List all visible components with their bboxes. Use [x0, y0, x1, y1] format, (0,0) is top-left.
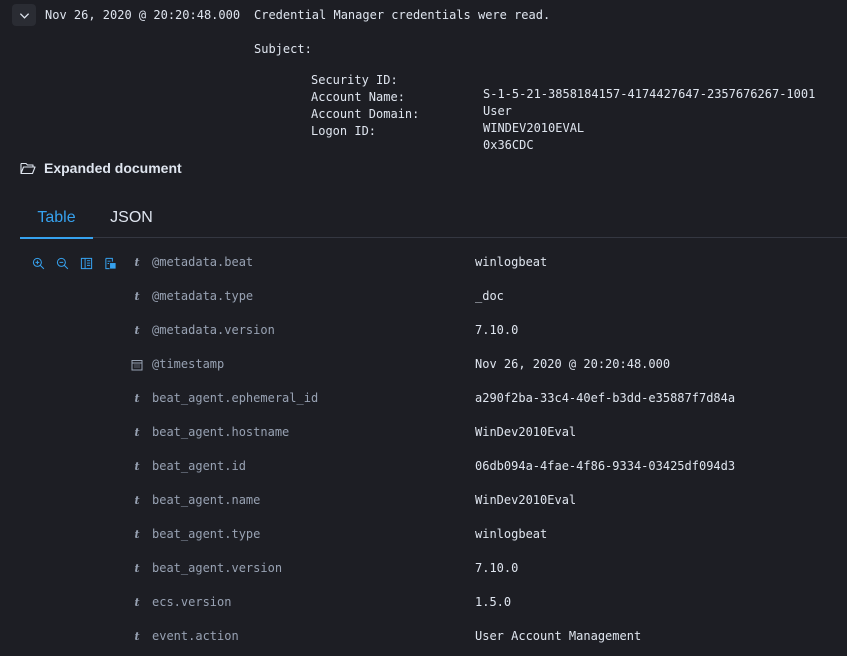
field-value: 7.10.0 — [475, 561, 519, 575]
zoom-in-icon — [32, 257, 44, 269]
document-table: t @metadata.beat winlogbeat t @metadata.… — [0, 246, 847, 654]
string-type-icon: t — [134, 494, 140, 507]
field-name: beat_agent.name — [152, 493, 261, 507]
table-row: t ecs.version 1.5.0 — [0, 586, 847, 620]
field-name: event.action — [152, 629, 239, 643]
subject-field-value: WINDEV2010EVAL — [483, 121, 585, 135]
tab-json[interactable]: JSON — [93, 198, 170, 238]
subject-field-key: Logon ID: — [311, 124, 377, 138]
table-row: t beat_agent.id 06db094a-4fae-4f86-9334-… — [0, 450, 847, 484]
field-name: ecs.version — [152, 595, 232, 609]
subject-field: Account Domain: WINDEV2010EVAL — [0, 93, 584, 135]
subject-field: Logon ID: 0x36CDC — [0, 110, 534, 152]
field-name: @timestamp — [152, 357, 225, 371]
field-value: winlogbeat — [475, 527, 548, 541]
string-type-icon: t — [134, 256, 140, 269]
subject-field-value: User — [483, 104, 512, 118]
subject-field: Security ID: S-1-5-21-3858184157-4174427… — [0, 59, 815, 101]
string-type-icon: t — [134, 392, 140, 405]
field-name: beat_agent.type — [152, 527, 261, 541]
expanded-document-header: Expanded document — [20, 159, 182, 177]
table-row: t event.action User Account Management — [0, 620, 847, 654]
field-value: 06db094a-4fae-4f86-9334-03425df094d3 — [475, 459, 736, 473]
folder-open-icon — [20, 162, 36, 175]
calendar-icon — [131, 357, 143, 373]
string-type-icon: t — [134, 460, 140, 473]
field-value: Nov 26, 2020 @ 20:20:48.000 — [475, 357, 671, 371]
collapse-toggle-button[interactable] — [12, 4, 36, 26]
field-value: winlogbeat — [475, 255, 548, 269]
table-row: t beat_agent.type winlogbeat — [0, 518, 847, 552]
string-type-icon: t — [134, 324, 140, 337]
subject-field-key: Security ID: — [311, 73, 398, 87]
event-message: Credential Manager credentials were read… — [254, 8, 551, 22]
toggle-column-icon — [80, 257, 92, 269]
field-value: 7.10.0 — [475, 323, 519, 337]
string-type-icon: t — [134, 630, 140, 643]
table-row: t beat_agent.hostname WinDev2010Eval — [0, 416, 847, 450]
subject-label: Subject: — [254, 42, 312, 56]
toggle-column-button[interactable] — [78, 255, 94, 271]
field-name: @metadata.beat — [152, 255, 254, 269]
table-row: t @metadata.version 7.10.0 — [0, 314, 847, 348]
table-row: t beat_agent.name WinDev2010Eval — [0, 484, 847, 518]
subject-field: Account Name: User — [0, 76, 512, 118]
string-type-icon: t — [134, 290, 140, 303]
table-row: t @metadata.beat winlogbeat — [0, 246, 847, 280]
subject-field-value: S-1-5-21-3858184157-4174427647-235767626… — [483, 87, 816, 101]
filter-exists-button[interactable] — [102, 255, 118, 271]
string-type-icon: t — [134, 596, 140, 609]
string-type-icon: t — [134, 528, 140, 541]
filter-out-value-button[interactable] — [54, 255, 70, 271]
zoom-out-icon — [56, 257, 68, 269]
field-name: beat_agent.ephemeral_id — [152, 391, 319, 405]
filter-for-value-button[interactable] — [30, 255, 46, 271]
field-name: beat_agent.id — [152, 459, 246, 473]
field-name: @metadata.type — [152, 289, 254, 303]
table-row: t beat_agent.ephemeral_id a290f2ba-33c4-… — [0, 382, 847, 416]
table-row: t @metadata.type _doc — [0, 280, 847, 314]
expanded-document-title: Expanded document — [44, 160, 182, 176]
subject-field-key: Account Name: — [311, 90, 405, 104]
table-row: t beat_agent.version 7.10.0 — [0, 552, 847, 586]
event-timestamp: Nov 26, 2020 @ 20:20:48.000 — [45, 8, 241, 22]
event-row: Nov 26, 2020 @ 20:20:48.000 Credential M… — [0, 0, 847, 152]
field-name: beat_agent.hostname — [152, 425, 290, 439]
field-value: User Account Management — [475, 629, 642, 643]
doc-view-tabs: Table JSON — [20, 198, 847, 239]
field-value: _doc — [475, 289, 504, 303]
field-name: @metadata.version — [152, 323, 275, 337]
string-type-icon: t — [134, 562, 140, 575]
calendar-icon-svg — [131, 360, 143, 371]
table-row: @timestamp Nov 26, 2020 @ 20:20:48.000 — [0, 348, 847, 382]
field-name: beat_agent.version — [152, 561, 283, 575]
chevron-down-icon — [19, 12, 29, 19]
row-actions — [30, 255, 118, 271]
field-value: a290f2ba-33c4-40ef-b3dd-e35887f7d84a — [475, 391, 736, 405]
field-value: WinDev2010Eval — [475, 425, 577, 439]
field-value: 1.5.0 — [475, 595, 512, 609]
tab-table[interactable]: Table — [20, 198, 93, 239]
string-type-icon: t — [134, 426, 140, 439]
filter-exists-icon — [104, 257, 116, 269]
subject-field-key: Account Domain: — [311, 107, 420, 121]
field-value: WinDev2010Eval — [475, 493, 577, 507]
subject-field-value: 0x36CDC — [483, 138, 534, 152]
